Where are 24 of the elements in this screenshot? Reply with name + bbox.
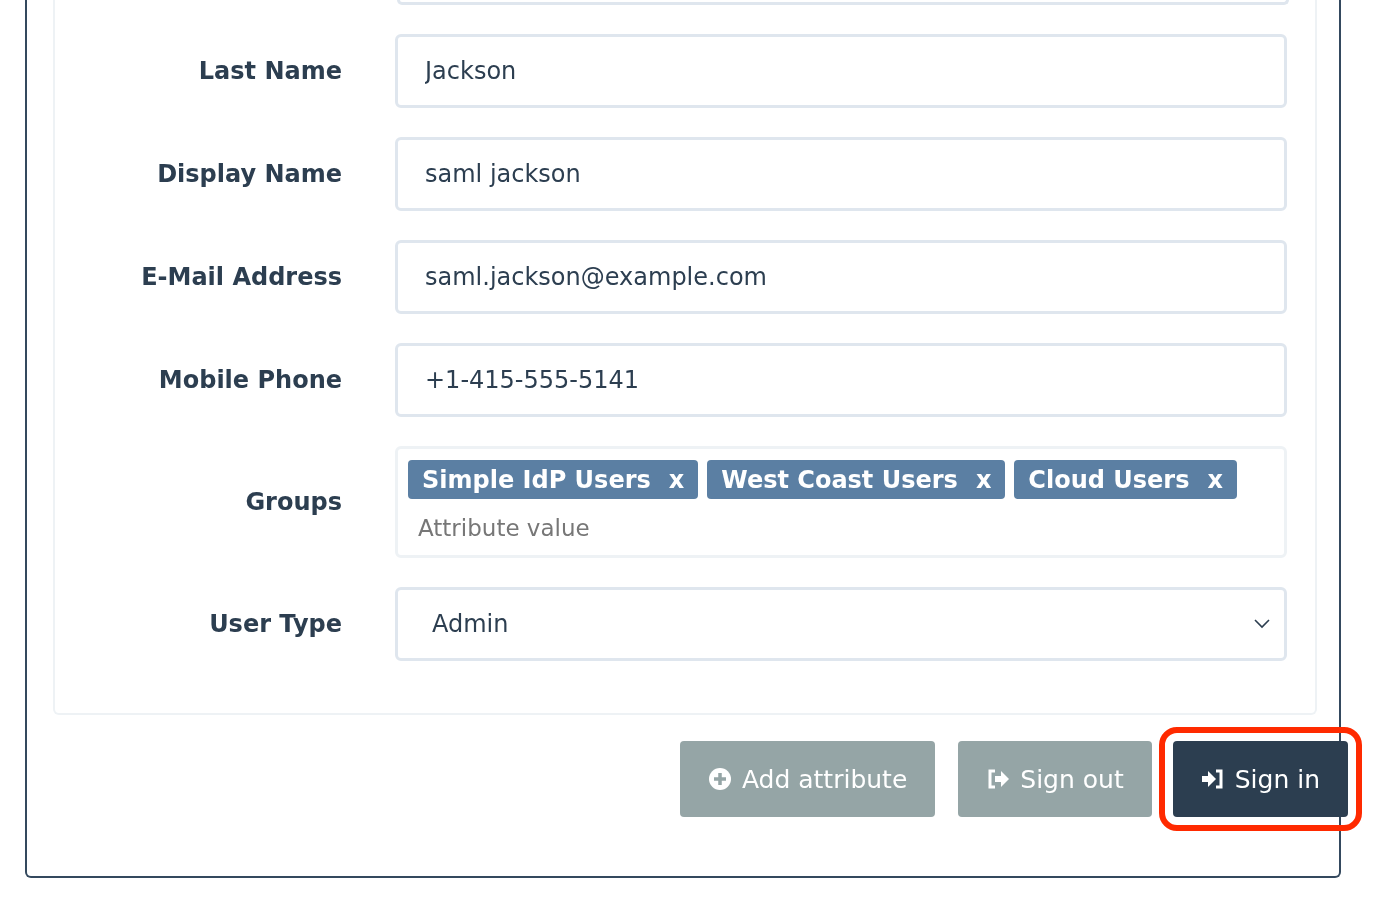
remove-tag-button[interactable]: x: [1207, 465, 1223, 494]
sign-in-icon: [1200, 767, 1225, 791]
tag-label: West Coast Users: [721, 465, 958, 494]
tag-label: Cloud Users: [1028, 465, 1190, 494]
field-label: Groups: [245, 488, 342, 516]
chevron-down-icon: [1254, 619, 1270, 629]
input-field[interactable]: +1-415-555-5141: [395, 343, 1287, 417]
input-field[interactable]: saml jackson: [395, 137, 1287, 211]
input-field[interactable]: saml.jackson@example.com: [395, 240, 1287, 314]
plus-circle-icon: [707, 767, 732, 791]
select-field[interactable]: Admin: [395, 587, 1287, 661]
field-label: Mobile Phone: [158, 366, 342, 394]
sign-in-button[interactable]: Sign in: [1172, 741, 1348, 817]
field-label: User Type: [209, 610, 342, 638]
sign-out-icon: [986, 767, 1011, 791]
remove-tag-button[interactable]: x: [975, 465, 992, 494]
field-label: E-Mail Address: [141, 263, 342, 291]
remove-tag-button[interactable]: x: [668, 465, 685, 494]
tags-input-field[interactable]: Simple IdP Users x West Coast Users x Cloud Users x Attribute value: [395, 446, 1287, 558]
attribute-value-input[interactable]: Attribute value: [408, 511, 1274, 545]
field-label: Display Name: [157, 160, 342, 188]
input-field[interactable]: [397, 0, 1289, 5]
field-label: Last Name: [198, 57, 342, 85]
tag-label: Simple IdP Users: [422, 465, 651, 494]
